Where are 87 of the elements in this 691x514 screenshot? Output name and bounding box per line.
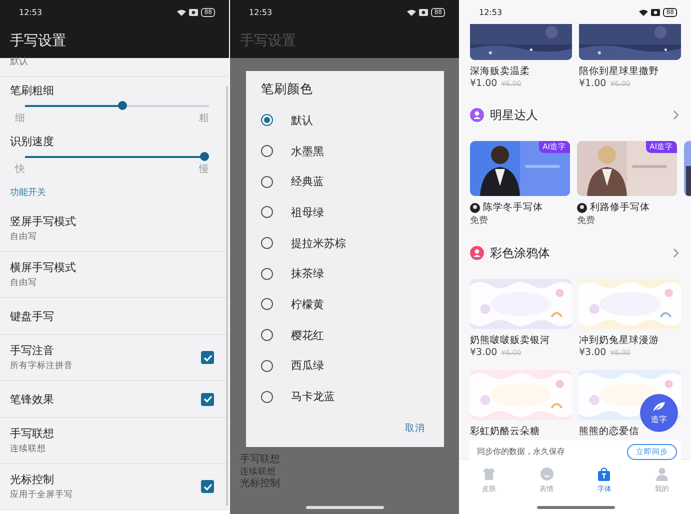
setting-subtitle: 自由写 bbox=[10, 231, 38, 243]
radio-button[interactable] bbox=[261, 298, 273, 310]
screen-title: 手写设置 bbox=[10, 32, 66, 50]
screen-title: 手写设置 bbox=[240, 32, 296, 50]
section-header: 功能开关 bbox=[10, 186, 46, 199]
font-name: 彩虹奶酪云朵糖 bbox=[470, 425, 541, 438]
chevron-right-icon[interactable] bbox=[673, 248, 679, 258]
setting-subtitle: 自由写 bbox=[10, 277, 38, 289]
setting-title: 手写联想 bbox=[240, 452, 281, 466]
radio-option[interactable]: 提拉米苏棕 bbox=[261, 228, 444, 258]
setting-subtitle: 应用于全屏手写 bbox=[10, 489, 73, 501]
sync-message: 同步你的数据，永久保存 bbox=[477, 446, 565, 457]
shirt-icon bbox=[482, 466, 496, 480]
setting-title: 竖屏手写模式 bbox=[10, 214, 76, 229]
status-time: 12:53 bbox=[19, 8, 42, 16]
font-name: 奶熊啵啵贩卖银河 bbox=[470, 334, 551, 347]
setting-title: 识别速度 bbox=[10, 134, 55, 149]
radio-option[interactable]: 西瓜绿 bbox=[261, 350, 444, 382]
person-icon bbox=[655, 466, 670, 480]
price: ¥1.00 bbox=[579, 78, 606, 89]
cancel-button[interactable]: 取消 bbox=[401, 420, 429, 437]
dialog-title: 笔刷颜色 bbox=[261, 81, 314, 98]
setting-value: 默认 bbox=[10, 57, 28, 67]
section-title: 明星达人 bbox=[490, 106, 539, 124]
price: ¥3.00 bbox=[579, 347, 606, 358]
font-name: 陈学冬手写体 bbox=[483, 201, 543, 214]
radio-option[interactable]: 经典蓝 bbox=[261, 166, 444, 198]
smiley-icon bbox=[540, 466, 554, 480]
chevron-right-icon[interactable] bbox=[673, 110, 679, 120]
price: ¥3.00 bbox=[470, 347, 498, 358]
radio-button[interactable] bbox=[261, 145, 273, 158]
price: ¥1.00 bbox=[470, 78, 498, 89]
radio-button[interactable] bbox=[261, 206, 273, 218]
radio-button[interactable] bbox=[261, 268, 273, 280]
slider-min-label: 快 bbox=[15, 162, 25, 176]
setting-title: 笔锋效果 bbox=[10, 392, 54, 406]
radio-option[interactable]: 柠檬黄 bbox=[261, 289, 444, 320]
font-name: 冲到奶兔星球漫游 bbox=[579, 334, 660, 347]
product-name: 深海贩卖温柔 bbox=[470, 65, 531, 78]
radio-button[interactable] bbox=[261, 237, 273, 250]
radio-option[interactable]: 祖母绿 bbox=[261, 197, 444, 228]
slider[interactable] bbox=[25, 152, 209, 161]
wifi-icon bbox=[407, 8, 416, 16]
radio-option[interactable]: 水墨黑 bbox=[261, 136, 444, 166]
setting-title: 光标控制 bbox=[10, 472, 55, 487]
feather-icon bbox=[652, 401, 666, 413]
checkbox[interactable] bbox=[201, 480, 214, 493]
checkbox[interactable] bbox=[201, 392, 214, 406]
radio-option[interactable]: 抹茶绿 bbox=[261, 258, 444, 290]
camera-icon bbox=[189, 8, 198, 16]
setting-title: 手写注音 bbox=[10, 343, 55, 358]
radio-button[interactable] bbox=[261, 390, 273, 403]
setting-title: 横屏手写模式 bbox=[10, 260, 76, 275]
status-time: 12:53 bbox=[249, 8, 272, 16]
price: 免费 bbox=[470, 214, 489, 227]
wifi-icon bbox=[177, 8, 186, 16]
slider-min-label: 细 bbox=[15, 112, 25, 125]
shopping-bag-icon bbox=[597, 466, 612, 480]
radio-button[interactable] bbox=[261, 176, 273, 188]
setting-subtitle: 所有字标注拼音 bbox=[10, 360, 73, 372]
status-time: 12:53 bbox=[479, 8, 502, 16]
setting-subtitle: 连续联想 bbox=[10, 443, 47, 455]
checkbox[interactable] bbox=[201, 351, 214, 364]
font-name: 利路修手写体 bbox=[590, 201, 650, 214]
slider[interactable] bbox=[25, 101, 209, 110]
radio-option[interactable]: 默认 bbox=[261, 105, 444, 136]
radio-option[interactable]: 马卡龙蓝 bbox=[261, 381, 444, 412]
avatar-icon bbox=[577, 202, 587, 212]
setting-title: 手写联想 bbox=[10, 426, 54, 441]
slider-max-label: 慢 bbox=[199, 162, 209, 176]
section-title: 彩色涂鸦体 bbox=[490, 244, 551, 262]
radio-button[interactable] bbox=[261, 360, 273, 372]
setting-title: 光标控制 bbox=[240, 476, 281, 490]
price: 免费 bbox=[577, 214, 596, 227]
radio-button[interactable] bbox=[261, 114, 273, 126]
setting-title: 键盘手写 bbox=[10, 308, 54, 324]
radio-button[interactable] bbox=[261, 329, 273, 342]
camera-icon bbox=[651, 8, 660, 16]
font-name: 熊熊的恋爱信 bbox=[579, 425, 640, 438]
camera-icon bbox=[419, 8, 428, 16]
radio-option[interactable]: 樱花红 bbox=[261, 320, 444, 350]
wifi-icon bbox=[639, 8, 648, 16]
slider-max-label: 粗 bbox=[199, 112, 209, 125]
setting-title: 笔刷粗细 bbox=[10, 83, 55, 98]
product-name: 陪你到星球里撒野 bbox=[579, 65, 660, 78]
setting-subtitle: 连续联想 bbox=[240, 466, 277, 478]
avatar-icon bbox=[470, 202, 480, 212]
